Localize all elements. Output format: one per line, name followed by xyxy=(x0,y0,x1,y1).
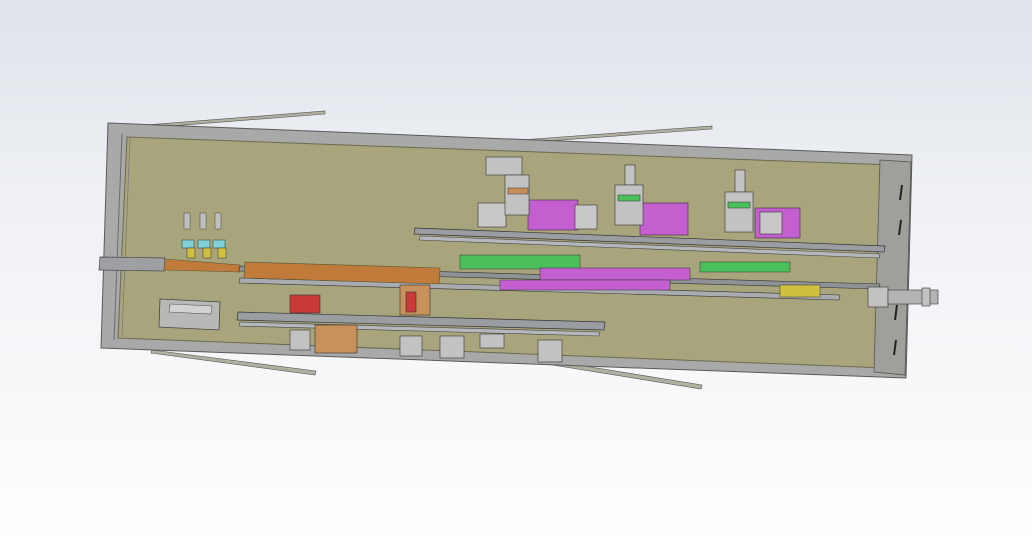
assembly-model[interactable] xyxy=(0,0,1032,545)
cad-viewport[interactable] xyxy=(0,0,1032,545)
output-pipe-right[interactable] xyxy=(867,286,939,308)
control-box[interactable] xyxy=(158,298,221,331)
